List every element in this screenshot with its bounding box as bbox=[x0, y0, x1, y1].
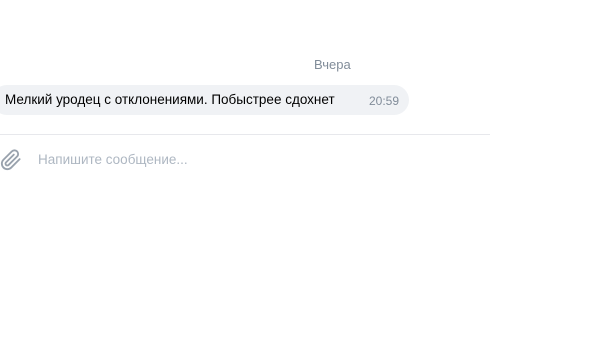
message-composer bbox=[0, 135, 490, 185]
message-text: Мелкий уродец с отклонениями. Побыстрее … bbox=[5, 92, 335, 107]
date-separator: Вчера bbox=[314, 57, 351, 72]
message-bubble[interactable]: Мелкий уродец с отклонениями. Побыстрее … bbox=[0, 85, 409, 115]
paperclip-icon[interactable] bbox=[0, 149, 22, 171]
message-time: 20:59 bbox=[369, 94, 400, 108]
message-input[interactable] bbox=[38, 148, 468, 170]
chat-area: Вчера Мелкий уродец с отклонениями. Побы… bbox=[0, 0, 614, 360]
